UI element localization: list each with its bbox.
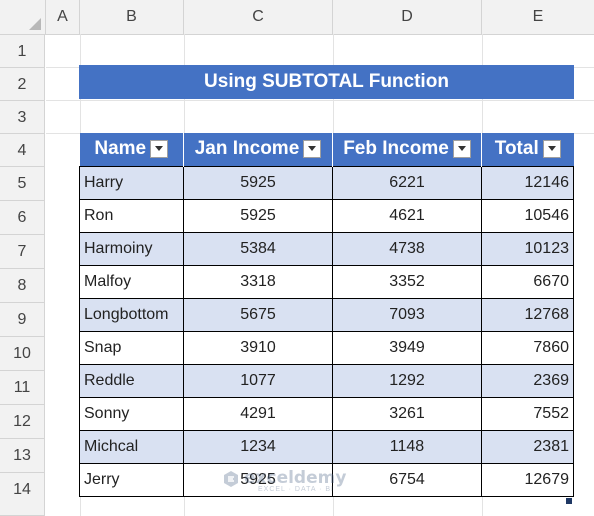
header-jan-income-label: Jan Income (194, 138, 300, 160)
cell-name[interactable]: Reddle (79, 364, 184, 398)
cell-name[interactable]: Ron (79, 199, 184, 233)
table-row: Sonny 4291 3261 7552 (79, 397, 574, 431)
cell-total[interactable]: 6670 (481, 265, 574, 299)
header-feb-income[interactable]: Feb Income (332, 133, 482, 167)
select-all-corner[interactable] (0, 0, 46, 34)
table-row: Michcal 1234 1148 2381 (79, 430, 574, 464)
cell-jan[interactable]: 5384 (183, 232, 333, 266)
cell-jan[interactable]: 5925 (183, 463, 333, 497)
cell-total[interactable]: 2381 (481, 430, 574, 464)
header-total-label: Total (494, 138, 539, 160)
cell-total[interactable]: 12679 (481, 463, 574, 497)
cell-jan[interactable]: 4291 (183, 397, 333, 431)
cell-feb[interactable]: 7093 (332, 298, 482, 332)
cell-jan[interactable]: 1234 (183, 430, 333, 464)
cell-total[interactable]: 7860 (481, 331, 574, 365)
filter-dropdown-icon[interactable] (150, 140, 169, 159)
spreadsheet-grid[interactable]: A B C D E 1 2 3 4 5 6 7 8 9 10 11 12 13 … (0, 0, 594, 516)
cell-jan[interactable]: 3910 (183, 331, 333, 365)
row-header-10[interactable]: 10 (0, 337, 45, 371)
table-row: Snap 3910 3949 7860 (79, 331, 574, 365)
header-feb-income-label: Feb Income (343, 138, 449, 160)
table-row: Malfoy 3318 3352 6670 (79, 265, 574, 299)
cell-jan[interactable]: 5675 (183, 298, 333, 332)
cell-total[interactable]: 10123 (481, 232, 574, 266)
cell-feb[interactable]: 3261 (332, 397, 482, 431)
column-header-e[interactable]: E (482, 0, 594, 34)
data-table: Name Jan Income Feb Income Total Harry 5… (79, 133, 574, 497)
row-header-4[interactable]: 4 (0, 134, 45, 167)
row-header-1[interactable]: 1 (0, 35, 45, 68)
filter-dropdown-icon[interactable] (303, 140, 322, 159)
cell-name[interactable]: Michcal (79, 430, 184, 464)
cell-total[interactable]: 10546 (481, 199, 574, 233)
cell-feb[interactable]: 6221 (332, 166, 482, 200)
column-header-a[interactable]: A (46, 0, 80, 34)
row-header-12[interactable]: 12 (0, 405, 45, 439)
header-jan-income[interactable]: Jan Income (183, 133, 333, 167)
table-row: Harry 5925 6221 12146 (79, 166, 574, 200)
cell-name[interactable]: Harmoiny (79, 232, 184, 266)
cell-feb[interactable]: 4738 (332, 232, 482, 266)
cell-feb[interactable]: 4621 (332, 199, 482, 233)
column-header-b[interactable]: B (80, 0, 184, 34)
cell-jan[interactable]: 5925 (183, 199, 333, 233)
gridline (46, 100, 594, 101)
cell-name[interactable]: Jerry (79, 463, 184, 497)
table-row: Jerry 5925 6754 12679 (79, 463, 574, 497)
table-row: Harmoiny 5384 4738 10123 (79, 232, 574, 266)
cell-total[interactable]: 12768 (481, 298, 574, 332)
select-all-icon (29, 18, 41, 30)
table-row: Reddle 1077 1292 2369 (79, 364, 574, 398)
cell-jan[interactable]: 1077 (183, 364, 333, 398)
cell-total[interactable]: 12146 (481, 166, 574, 200)
table-resize-handle[interactable] (566, 498, 572, 504)
cell-feb[interactable]: 6754 (332, 463, 482, 497)
row-header-3[interactable]: 3 (0, 101, 45, 134)
row-header-6[interactable]: 6 (0, 201, 45, 235)
cell-name[interactable]: Longbottom (79, 298, 184, 332)
column-header-c[interactable]: C (184, 0, 333, 34)
filter-dropdown-icon[interactable] (542, 140, 561, 159)
table-row: Ron 5925 4621 10546 (79, 199, 574, 233)
row-header-9[interactable]: 9 (0, 303, 45, 337)
row-header-2[interactable]: 2 (0, 68, 45, 101)
cell-jan[interactable]: 3318 (183, 265, 333, 299)
table-row: Longbottom 5675 7093 12768 (79, 298, 574, 332)
cell-feb[interactable]: 3949 (332, 331, 482, 365)
cell-name[interactable]: Sonny (79, 397, 184, 431)
column-header-d[interactable]: D (333, 0, 482, 34)
row-header-11[interactable]: 11 (0, 371, 45, 405)
table-header-row: Name Jan Income Feb Income Total (79, 133, 574, 167)
cell-jan[interactable]: 5925 (183, 166, 333, 200)
sheet-title[interactable]: Using SUBTOTAL Function (79, 65, 574, 99)
cell-name[interactable]: Harry (79, 166, 184, 200)
row-header-7[interactable]: 7 (0, 235, 45, 269)
row-header-13[interactable]: 13 (0, 439, 45, 473)
cell-total[interactable]: 2369 (481, 364, 574, 398)
header-total[interactable]: Total (481, 133, 574, 167)
filter-dropdown-icon[interactable] (452, 140, 471, 159)
row-header-5[interactable]: 5 (0, 167, 45, 201)
row-header-8[interactable]: 8 (0, 269, 45, 303)
row-header-14[interactable]: 14 (0, 473, 45, 516)
cell-feb[interactable]: 1148 (332, 430, 482, 464)
header-name[interactable]: Name (79, 133, 184, 167)
cell-total[interactable]: 7552 (481, 397, 574, 431)
cell-name[interactable]: Malfoy (79, 265, 184, 299)
cell-feb[interactable]: 3352 (332, 265, 482, 299)
header-name-label: Name (94, 138, 147, 160)
cell-name[interactable]: Snap (79, 331, 184, 365)
cell-feb[interactable]: 1292 (332, 364, 482, 398)
